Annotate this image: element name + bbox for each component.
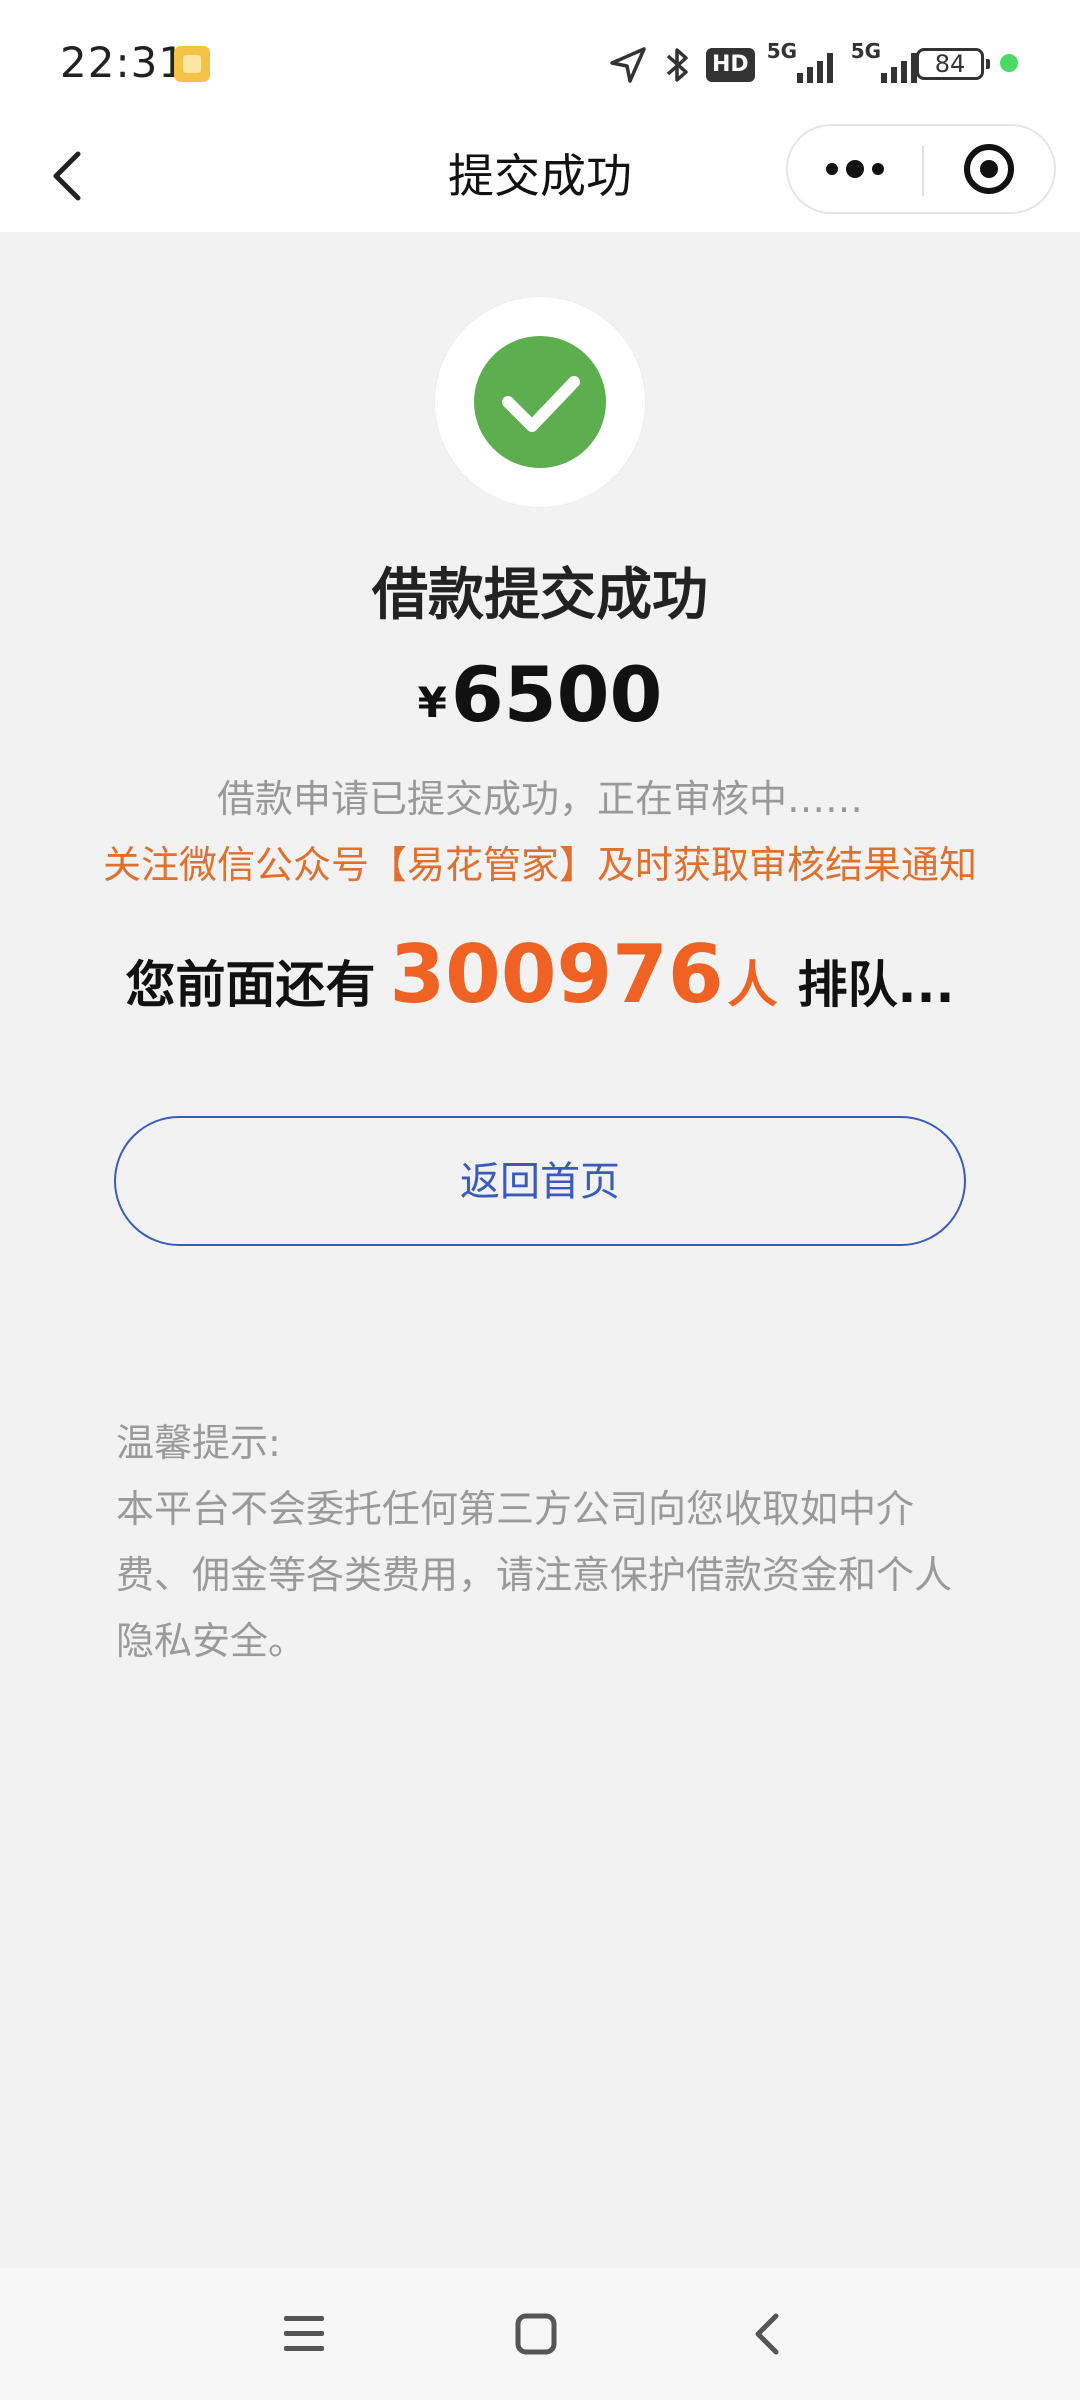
status-icons: HD 5G 5G	[608, 39, 935, 90]
signal-1-icon: 5G	[767, 39, 839, 85]
home-button[interactable]	[496, 2294, 576, 2374]
location-arrow-icon	[610, 47, 646, 83]
tips-body: 本平台不会委托任何第三方公司向您收取如中介费、佣金等各类费用，请注意保护借款资金…	[116, 1487, 953, 1663]
chevron-left-icon	[755, 2313, 779, 2355]
queue-unit: 人	[727, 956, 778, 1014]
system-back-button[interactable]	[728, 2294, 808, 2374]
back-button[interactable]	[34, 140, 106, 212]
more-button[interactable]	[788, 126, 922, 212]
square-home-icon	[515, 2313, 557, 2355]
system-navigation-bar	[0, 2268, 1080, 2400]
tips-section: 温馨提示: 本平台不会委托任何第三方公司向您收取如中介费、佣金等各类费用，请注意…	[116, 1410, 976, 1674]
target-close-icon	[964, 144, 1014, 194]
status-bar: 22:31 HD 5G 5G 84	[0, 0, 1080, 120]
status-text: 借款申请已提交成功，正在审核中……	[216, 777, 863, 821]
currency-symbol: ¥	[417, 678, 447, 727]
tips-heading: 温馨提示:	[116, 1421, 281, 1465]
notification-icon	[174, 46, 210, 82]
bluetooth-icon	[666, 48, 688, 82]
amount-value: 6500	[450, 650, 663, 739]
battery-indicator: 84	[916, 48, 990, 80]
nav-bar: 提交成功	[0, 120, 1080, 232]
mini-program-capsule	[786, 124, 1056, 214]
return-home-button[interactable]: 返回首页	[114, 1116, 966, 1246]
chevron-left-icon	[53, 151, 81, 201]
loan-amount: ¥6500	[0, 650, 1080, 739]
more-dots-icon	[826, 160, 884, 178]
queue-status: 您前面还有 300976人 排队...	[0, 928, 1080, 1021]
queue-prefix: 您前面还有	[125, 956, 376, 1014]
privacy-indicator-dot	[1000, 54, 1018, 72]
status-time: 22:31	[60, 38, 187, 87]
queue-suffix: 排队...	[797, 956, 955, 1014]
notice-text: 关注微信公众号【易花管家】及时获取审核结果通知	[102, 843, 977, 887]
result-title: 借款提交成功	[372, 563, 708, 628]
menu-lines-icon	[284, 2316, 324, 2351]
check-circle-icon	[474, 336, 606, 469]
hd-badge: HD	[706, 48, 755, 82]
queue-count: 300976	[389, 928, 724, 1021]
success-badge	[434, 296, 646, 508]
signal-2-icon: 5G	[851, 39, 923, 85]
recent-apps-button[interactable]	[264, 2294, 344, 2374]
close-mini-program-button[interactable]	[924, 126, 1054, 212]
